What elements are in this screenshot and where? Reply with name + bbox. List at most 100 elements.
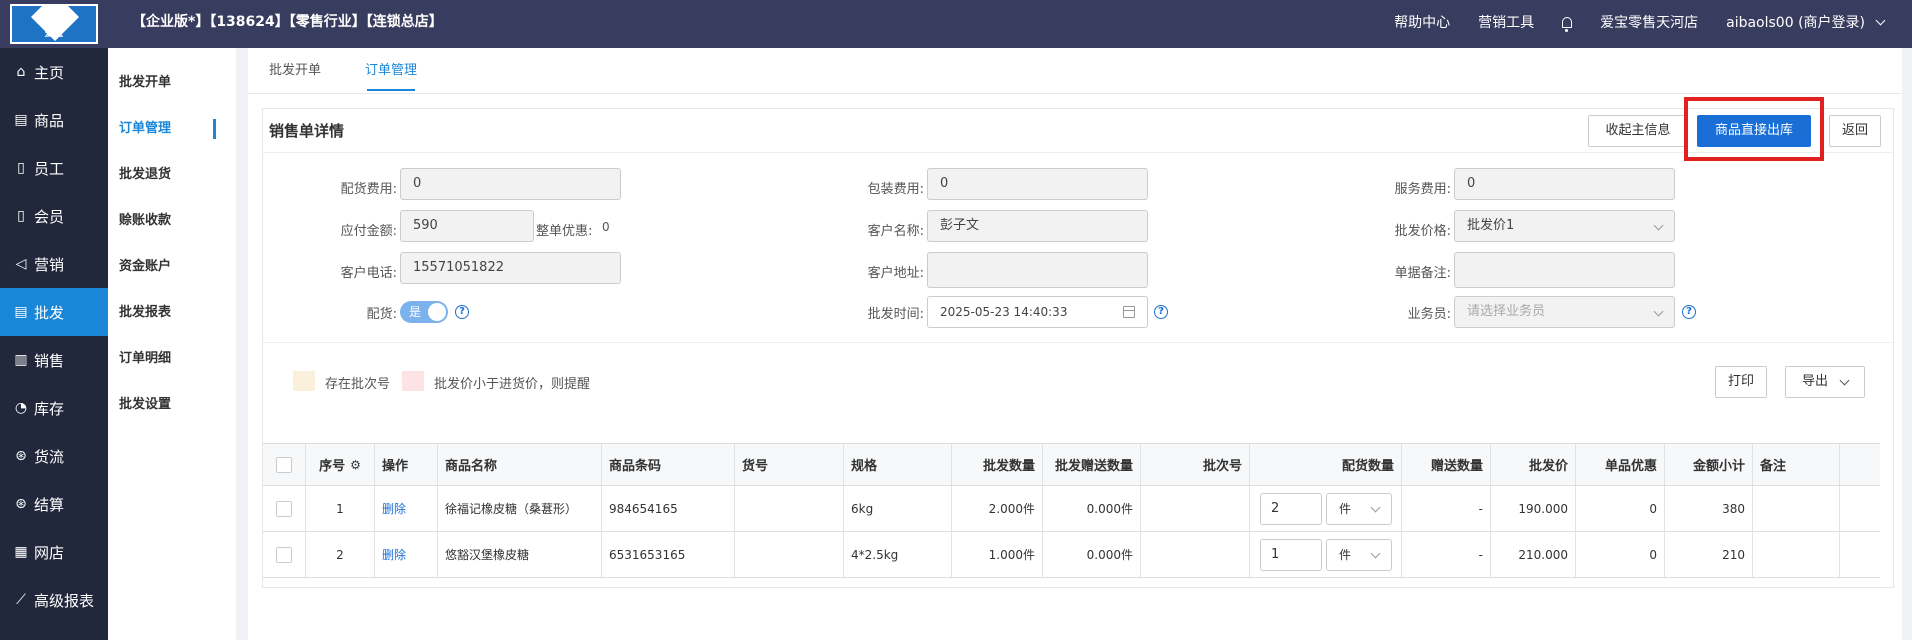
subnav-order-management[interactable]: 订单管理 bbox=[108, 106, 236, 152]
wholesale-icon: ▤ bbox=[14, 304, 28, 320]
subnav-credit-collection[interactable]: 赊账收款 bbox=[108, 198, 236, 244]
home-icon: ⌂ bbox=[16, 64, 26, 80]
account-info: 【企业版*】【138624】【零售行业】【连锁总店】 bbox=[132, 14, 443, 30]
cell-gift-qty: 0.000件 bbox=[1043, 486, 1141, 531]
sidebar-item-settlement[interactable]: ⊛ 结算 bbox=[0, 480, 108, 528]
legend-batch-text: 存在批次号 bbox=[325, 377, 391, 392]
address-field[interactable] bbox=[927, 252, 1148, 288]
delivery-label: 配货: bbox=[366, 307, 397, 322]
delete-link[interactable]: 删除 bbox=[382, 500, 406, 517]
customer-name-field[interactable]: 彭子文 bbox=[927, 210, 1148, 242]
tab-order-management[interactable]: 订单管理 bbox=[365, 48, 417, 93]
salesman-placeholder: 请选择业务员 bbox=[1467, 304, 1546, 319]
app-logo[interactable]: AIBAO 爱 宝 bbox=[10, 4, 98, 44]
phone-field[interactable]: 15571051822 bbox=[400, 252, 621, 284]
row-checkbox[interactable] bbox=[276, 546, 292, 563]
subnav-wholesale-settings[interactable]: 批发设置 bbox=[108, 382, 236, 428]
sidebar-item-online-store[interactable]: ▦ 网店 bbox=[0, 528, 108, 576]
col-gift: 赠送数量 bbox=[1402, 444, 1491, 485]
collapse-info-button[interactable]: 收起主信息 bbox=[1588, 115, 1688, 147]
subnav-wholesale-order[interactable]: 批发开单 bbox=[108, 60, 236, 106]
discount-value: 0 bbox=[602, 220, 610, 234]
cell-extra bbox=[1840, 532, 1880, 577]
cell-op: 删除 bbox=[375, 486, 438, 531]
sidebar-item-label: 批发 bbox=[34, 303, 65, 322]
cell-op: 删除 bbox=[375, 532, 438, 577]
address-label: 客户地址: bbox=[867, 266, 924, 281]
remark-field[interactable] bbox=[1454, 252, 1675, 288]
help-icon[interactable]: ? bbox=[1682, 305, 1696, 319]
sales-order-detail-card: 销售单详情 收起主信息 商品直接出库 返回 配货费用: 0 包装费用: 0 服务… bbox=[262, 97, 1894, 588]
help-icon[interactable]: ? bbox=[455, 305, 469, 319]
sidebar-item-sales[interactable]: ▥ 销售 bbox=[0, 336, 108, 384]
price-select-value: 批发价1 bbox=[1467, 218, 1515, 233]
sidebar-item-logistics[interactable]: ⊛ 货流 bbox=[0, 432, 108, 480]
cell-price: 190.000 bbox=[1491, 486, 1576, 531]
bell-icon[interactable] bbox=[1562, 16, 1573, 32]
col-no-label: 序号 bbox=[319, 459, 346, 474]
export-button[interactable]: 导出 bbox=[1785, 366, 1865, 398]
service-fee-field[interactable]: 0 bbox=[1454, 168, 1675, 200]
help-center-link[interactable]: 帮助中心 bbox=[1394, 12, 1450, 32]
cell-name: 悠豁汉堡橡皮糖 bbox=[438, 532, 602, 577]
col-remark: 备注 bbox=[1753, 444, 1840, 485]
toggle-knob bbox=[428, 303, 446, 321]
select-all-checkbox[interactable] bbox=[276, 456, 292, 473]
cell-qty: 1.000件 bbox=[952, 532, 1043, 577]
payable-field[interactable]: 590 bbox=[400, 210, 534, 242]
delivery-fee-field[interactable]: 0 bbox=[400, 168, 621, 200]
time-picker[interactable]: 2025-05-23 14:40:33 bbox=[927, 296, 1148, 328]
subnav-order-details[interactable]: 订单明细 bbox=[108, 336, 236, 382]
sidebar-item-products[interactable]: ▤ 商品 bbox=[0, 96, 108, 144]
row-select-cell bbox=[263, 532, 306, 577]
unit-select[interactable]: 件 bbox=[1326, 492, 1392, 525]
member-icon: ▯ bbox=[17, 208, 25, 224]
store-name[interactable]: 爱宝零售天河店 bbox=[1600, 12, 1698, 32]
sidebar-item-marketing[interactable]: ◁ 营销 bbox=[0, 240, 108, 288]
cell-dist-qty: 1件 bbox=[1250, 532, 1402, 577]
delete-link[interactable]: 删除 bbox=[382, 546, 406, 563]
delivery-toggle[interactable]: 是 bbox=[400, 301, 448, 323]
highlight-box bbox=[1684, 97, 1824, 161]
col-barcode: 商品条码 bbox=[602, 444, 735, 485]
unit-select[interactable]: 件 bbox=[1326, 538, 1392, 571]
dist-qty-input[interactable]: 2 bbox=[1260, 492, 1322, 525]
packing-fee-label: 包装费用: bbox=[867, 182, 924, 197]
time-value: 2025-05-23 14:40:33 bbox=[940, 305, 1068, 319]
user-menu[interactable]: aibaols00 (商户登录) bbox=[1726, 12, 1886, 32]
sidebar-item-wholesale[interactable]: ▤ 批发 bbox=[0, 288, 108, 336]
chevron-down-icon bbox=[1875, 15, 1886, 26]
cell-extra bbox=[1840, 486, 1880, 531]
subnav-wholesale-report[interactable]: 批发报表 bbox=[108, 290, 236, 336]
subnav-fund-account[interactable]: 资金账户 bbox=[108, 244, 236, 290]
sidebar-item-label: 销售 bbox=[34, 351, 65, 370]
row-checkbox[interactable] bbox=[276, 500, 292, 517]
help-icon[interactable]: ? bbox=[1154, 305, 1168, 319]
sidebar-item-inventory[interactable]: ◔ 库存 bbox=[0, 384, 108, 432]
legend-batch-swatch bbox=[293, 371, 315, 391]
sidebar-item-members[interactable]: ▯ 会员 bbox=[0, 192, 108, 240]
cell-subtotal: 210 bbox=[1665, 532, 1753, 577]
sidebar-item-home[interactable]: ⌂ 主页 bbox=[0, 48, 108, 96]
sidebar-item-staff[interactable]: ▯ 员工 bbox=[0, 144, 108, 192]
packing-fee-field[interactable]: 0 bbox=[927, 168, 1148, 200]
sidebar-item-label: 员工 bbox=[34, 159, 65, 178]
back-button[interactable]: 返回 bbox=[1829, 115, 1881, 147]
dist-qty-input[interactable]: 1 bbox=[1260, 538, 1322, 571]
col-item-no: 货号 bbox=[735, 444, 844, 485]
marketing-tools-link[interactable]: 营销工具 bbox=[1478, 12, 1534, 32]
subnav-wholesale-return[interactable]: 批发退货 bbox=[108, 152, 236, 198]
print-button[interactable]: 打印 bbox=[1715, 366, 1767, 398]
discount-label: 整单优惠: bbox=[536, 224, 593, 239]
wrench-icon[interactable]: ⚙ bbox=[350, 458, 361, 472]
service-fee-label: 服务费用: bbox=[1394, 182, 1451, 197]
price-select[interactable]: 批发价1 bbox=[1454, 210, 1675, 242]
line-chart-icon: ⟋ bbox=[16, 592, 26, 608]
tab-wholesale-order[interactable]: 批发开单 bbox=[269, 48, 321, 93]
product-icon: ▤ bbox=[14, 112, 28, 128]
sidebar-item-advanced-reports[interactable]: ⟋ 高级报表 bbox=[0, 576, 108, 624]
chevron-down-icon bbox=[1370, 548, 1381, 558]
col-no: 序号 ⚙ bbox=[306, 444, 375, 485]
cell-name: 徐福记橡皮糖（桑葚形） bbox=[438, 486, 602, 531]
salesman-select[interactable]: 请选择业务员 bbox=[1454, 296, 1675, 328]
